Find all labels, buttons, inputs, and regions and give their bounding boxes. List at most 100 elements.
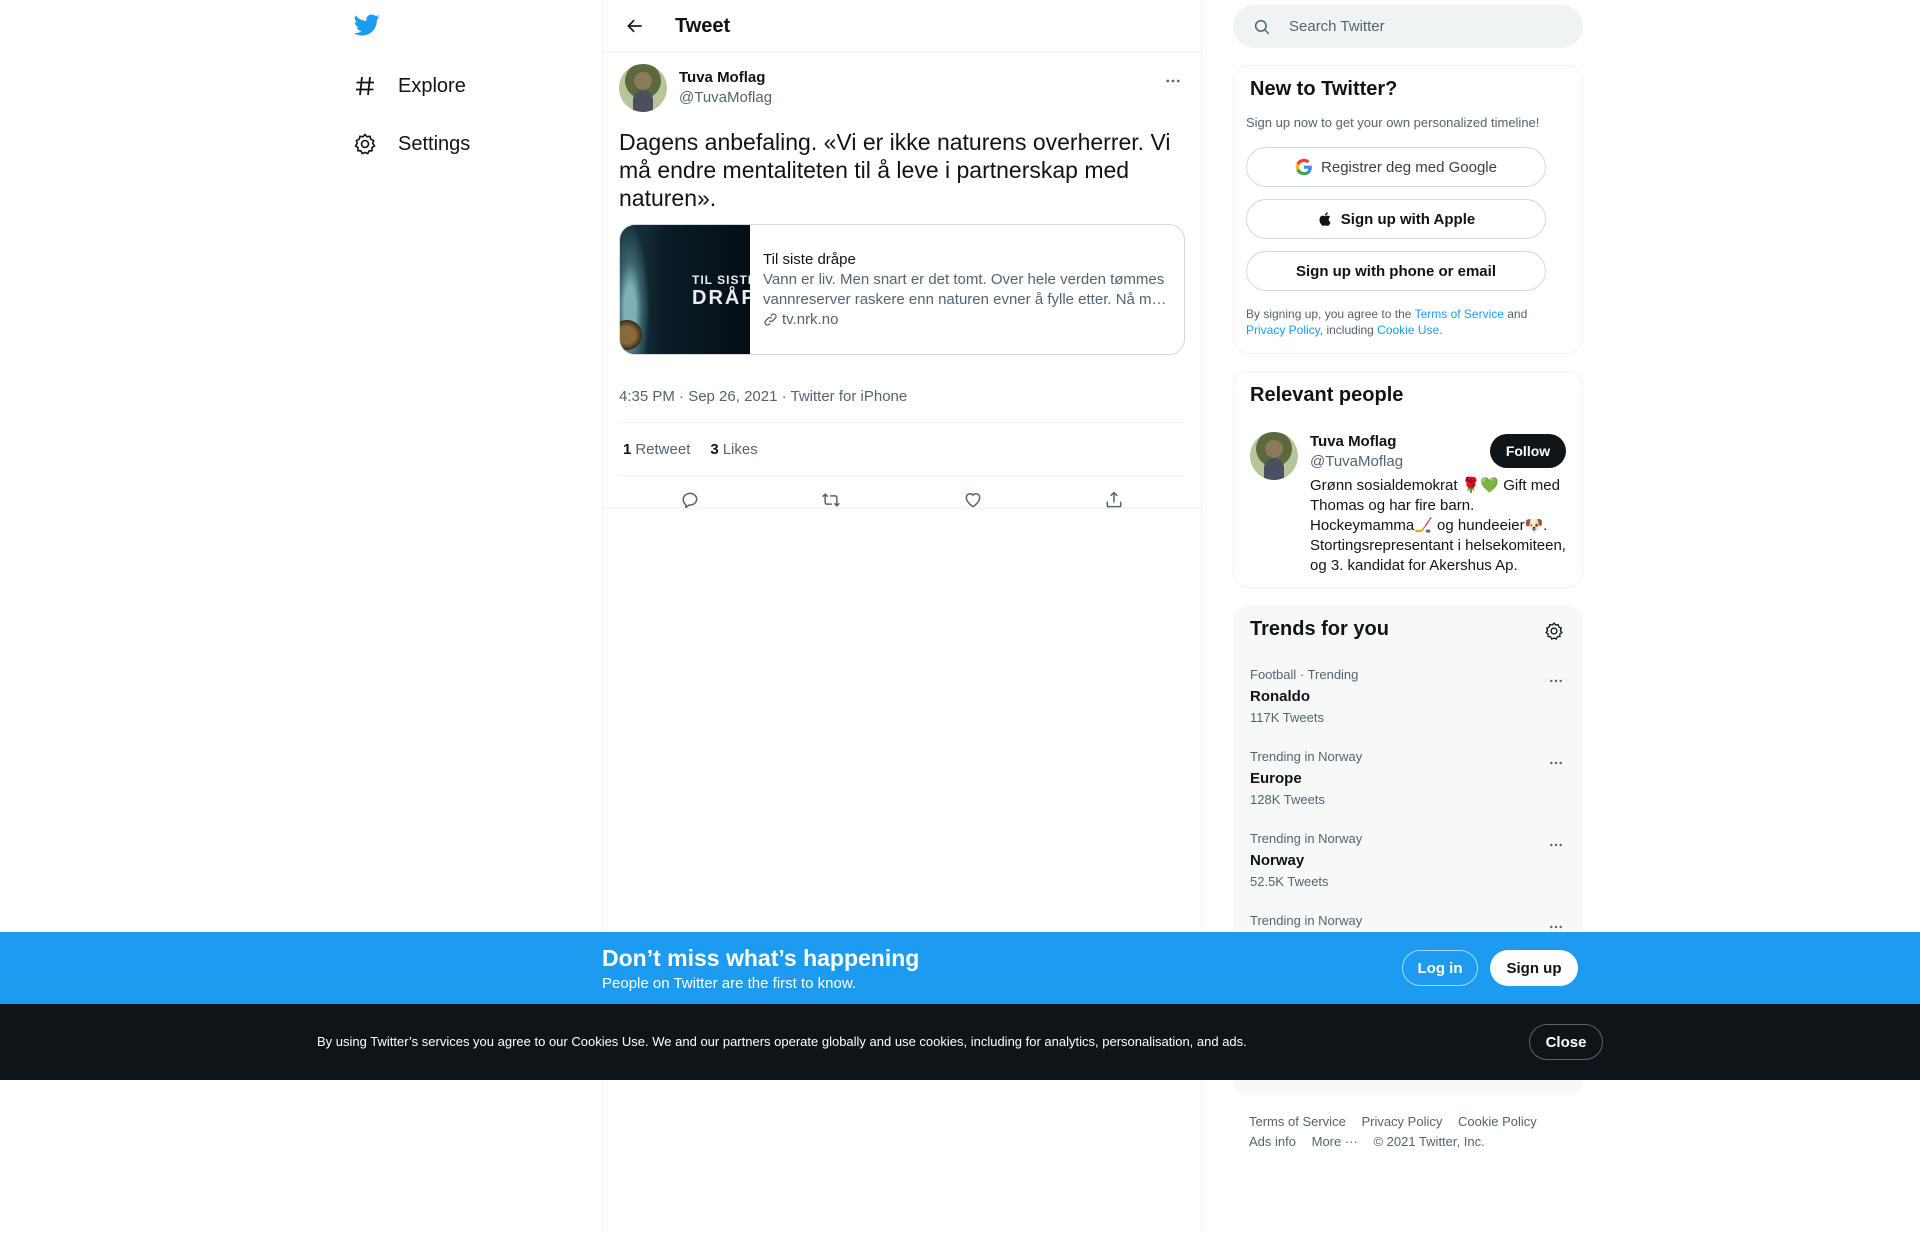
link-card[interactable]: TIL SISTE DRÅPE Til siste dråpe Vann er … xyxy=(619,224,1185,355)
retweet-count[interactable]: 1 xyxy=(623,441,631,458)
trend-context: Trending in Norway xyxy=(1250,913,1363,928)
author-handle[interactable]: @TuvaMoflag xyxy=(679,88,772,108)
hashtag-icon xyxy=(352,73,378,99)
avatar[interactable] xyxy=(619,64,667,112)
search-input[interactable] xyxy=(1289,18,1559,35)
person-bio: Grønn sosialdemokrat 🌹💚 Gift med Thomas … xyxy=(1310,477,1566,574)
card-title: Til siste dråpe xyxy=(763,250,856,268)
retweet-label[interactable]: Retweet xyxy=(635,441,690,458)
gear-icon xyxy=(352,131,378,157)
footer-copyright: © 2021 Twitter, Inc. xyxy=(1373,1134,1485,1149)
person-name[interactable]: Tuva Moflag xyxy=(1310,433,1396,450)
panel-title: Trends for you xyxy=(1250,618,1389,640)
twitter-logo-icon[interactable] xyxy=(352,12,384,44)
tweet-actions xyxy=(619,476,1185,524)
footer-more-link[interactable]: More ··· xyxy=(1312,1134,1358,1149)
phone-email-signup-label: Sign up with phone or email xyxy=(1295,262,1496,280)
back-button[interactable] xyxy=(617,8,653,44)
avatar[interactable] xyxy=(1250,432,1298,480)
trend-context: Football · Trending xyxy=(1250,667,1359,682)
panel-title: New to Twitter? xyxy=(1250,78,1398,100)
trend-name: Ronaldo xyxy=(1250,688,1310,705)
tweet-text: Dagens anbefaling. «Vi er ikke naturens … xyxy=(619,129,1171,211)
trend-more-button[interactable] xyxy=(1544,751,1568,775)
signup-banner: Don’t miss what’s happening People on Tw… xyxy=(0,932,1920,1004)
legal-text: . xyxy=(1439,323,1443,337)
apple-signup-button[interactable]: Sign up with Apple xyxy=(1246,199,1546,239)
legal-text: , including xyxy=(1319,323,1378,337)
trend-more-button[interactable] xyxy=(1544,669,1568,693)
trend-name: Norway xyxy=(1250,852,1305,869)
retweet-button[interactable] xyxy=(814,483,848,517)
trend-count: 52.5K Tweets xyxy=(1250,874,1329,889)
like-button[interactable] xyxy=(956,483,990,517)
person-handle[interactable]: @TuvaMoflag xyxy=(1310,453,1403,470)
apple-icon xyxy=(1319,212,1331,226)
cookie-use-link[interactable]: Cookie Use xyxy=(1377,323,1439,337)
signup-legal-text: By signing up, you agree to the Terms of… xyxy=(1246,306,1566,338)
tweet-meta: 4:35 PM · Sep 26, 2021 · Twitter for iPh… xyxy=(619,371,1185,423)
legal-text: By signing up, you agree to the xyxy=(1246,307,1415,321)
share-button[interactable] xyxy=(1097,483,1131,517)
card-description: Vann er liv. Men snart er det tomt. Over… xyxy=(763,270,1165,308)
link-icon xyxy=(764,313,777,326)
more-horizontal-icon xyxy=(1550,679,1562,683)
more-horizontal-icon xyxy=(1550,761,1562,765)
relevant-people-panel: Relevant people Tuva Moflag @TuvaMoflag … xyxy=(1233,371,1583,588)
share-icon xyxy=(1106,491,1122,508)
footer: Terms of Service Privacy Policy Cookie P… xyxy=(1249,1112,1569,1152)
signup-button[interactable]: Sign up xyxy=(1490,950,1578,986)
footer-ads-link[interactable]: Ads info xyxy=(1249,1134,1296,1149)
nav-item-explore[interactable]: Explore xyxy=(352,64,466,108)
footer-cookie-link[interactable]: Cookie Policy xyxy=(1458,1114,1537,1129)
author-name[interactable]: Tuva Moflag xyxy=(679,68,772,88)
tweet-stats: 1 Retweet 3 Likes xyxy=(619,423,1185,476)
google-icon xyxy=(1295,158,1312,176)
nav-item-settings[interactable]: Settings xyxy=(352,122,470,166)
terms-link[interactable]: Terms of Service xyxy=(1415,307,1504,321)
panel-subtitle: Sign up now to get your own personalized… xyxy=(1246,115,1540,130)
privacy-link[interactable]: Privacy Policy xyxy=(1246,323,1320,337)
like-label[interactable]: Likes xyxy=(723,441,758,458)
legal-text: and xyxy=(1503,307,1528,321)
search-icon xyxy=(1254,19,1270,34)
reply-button[interactable] xyxy=(673,483,707,517)
page-title: Tweet xyxy=(675,14,731,37)
card-image-text-2: DRÅPE xyxy=(692,287,750,309)
tweet-author[interactable]: Tuva Moflag @TuvaMoflag xyxy=(619,64,1185,112)
tweet-more-button[interactable] xyxy=(1161,69,1185,93)
follow-button[interactable]: Follow xyxy=(1490,434,1566,468)
login-button[interactable]: Log in xyxy=(1402,950,1478,986)
like-count[interactable]: 3 xyxy=(710,441,718,458)
trends-settings-button[interactable] xyxy=(1542,619,1566,643)
card-image: TIL SISTE DRÅPE xyxy=(620,225,750,354)
more-horizontal-icon xyxy=(1166,79,1180,83)
trend-more-button[interactable] xyxy=(1544,833,1568,857)
more-horizontal-icon xyxy=(1550,843,1562,847)
reply-icon xyxy=(682,492,698,509)
trend-item[interactable]: Trending in Norway Europe 128K Tweets xyxy=(1250,749,1568,831)
footer-privacy-link[interactable]: Privacy Policy xyxy=(1361,1114,1442,1129)
new-to-twitter-panel: New to Twitter? Sign up now to get your … xyxy=(1233,65,1583,354)
google-signup-button[interactable]: Registrer deg med Google xyxy=(1246,147,1546,187)
card-domain-text: tv.nrk.no xyxy=(782,310,839,328)
trend-context: Trending in Norway xyxy=(1250,831,1363,846)
panel-title: Relevant people xyxy=(1250,384,1404,406)
cookie-banner: By using Twitter’s services you agree to… xyxy=(0,1004,1920,1080)
nav-item-label: Explore xyxy=(398,74,466,97)
page-header: Tweet xyxy=(603,0,1201,53)
gear-icon xyxy=(1545,622,1563,640)
retweet-icon xyxy=(822,493,841,507)
trend-item[interactable]: Trending in Norway Norway 52.5K Tweets xyxy=(1250,831,1568,913)
trend-count: 117K Tweets xyxy=(1250,710,1324,725)
trend-item[interactable]: Football · Trending Ronaldo 117K Tweets xyxy=(1250,667,1568,749)
arrow-left-icon xyxy=(627,19,642,33)
footer-terms-link[interactable]: Terms of Service xyxy=(1249,1114,1346,1129)
heart-icon xyxy=(965,493,981,508)
cookie-close-button[interactable]: Close xyxy=(1529,1024,1603,1060)
phone-email-signup-button[interactable]: Sign up with phone or email xyxy=(1246,251,1546,291)
divider xyxy=(603,508,1201,509)
trend-context: Trending in Norway xyxy=(1250,749,1363,764)
search-box[interactable] xyxy=(1233,5,1583,48)
trend-count: 128K Tweets xyxy=(1250,792,1325,807)
